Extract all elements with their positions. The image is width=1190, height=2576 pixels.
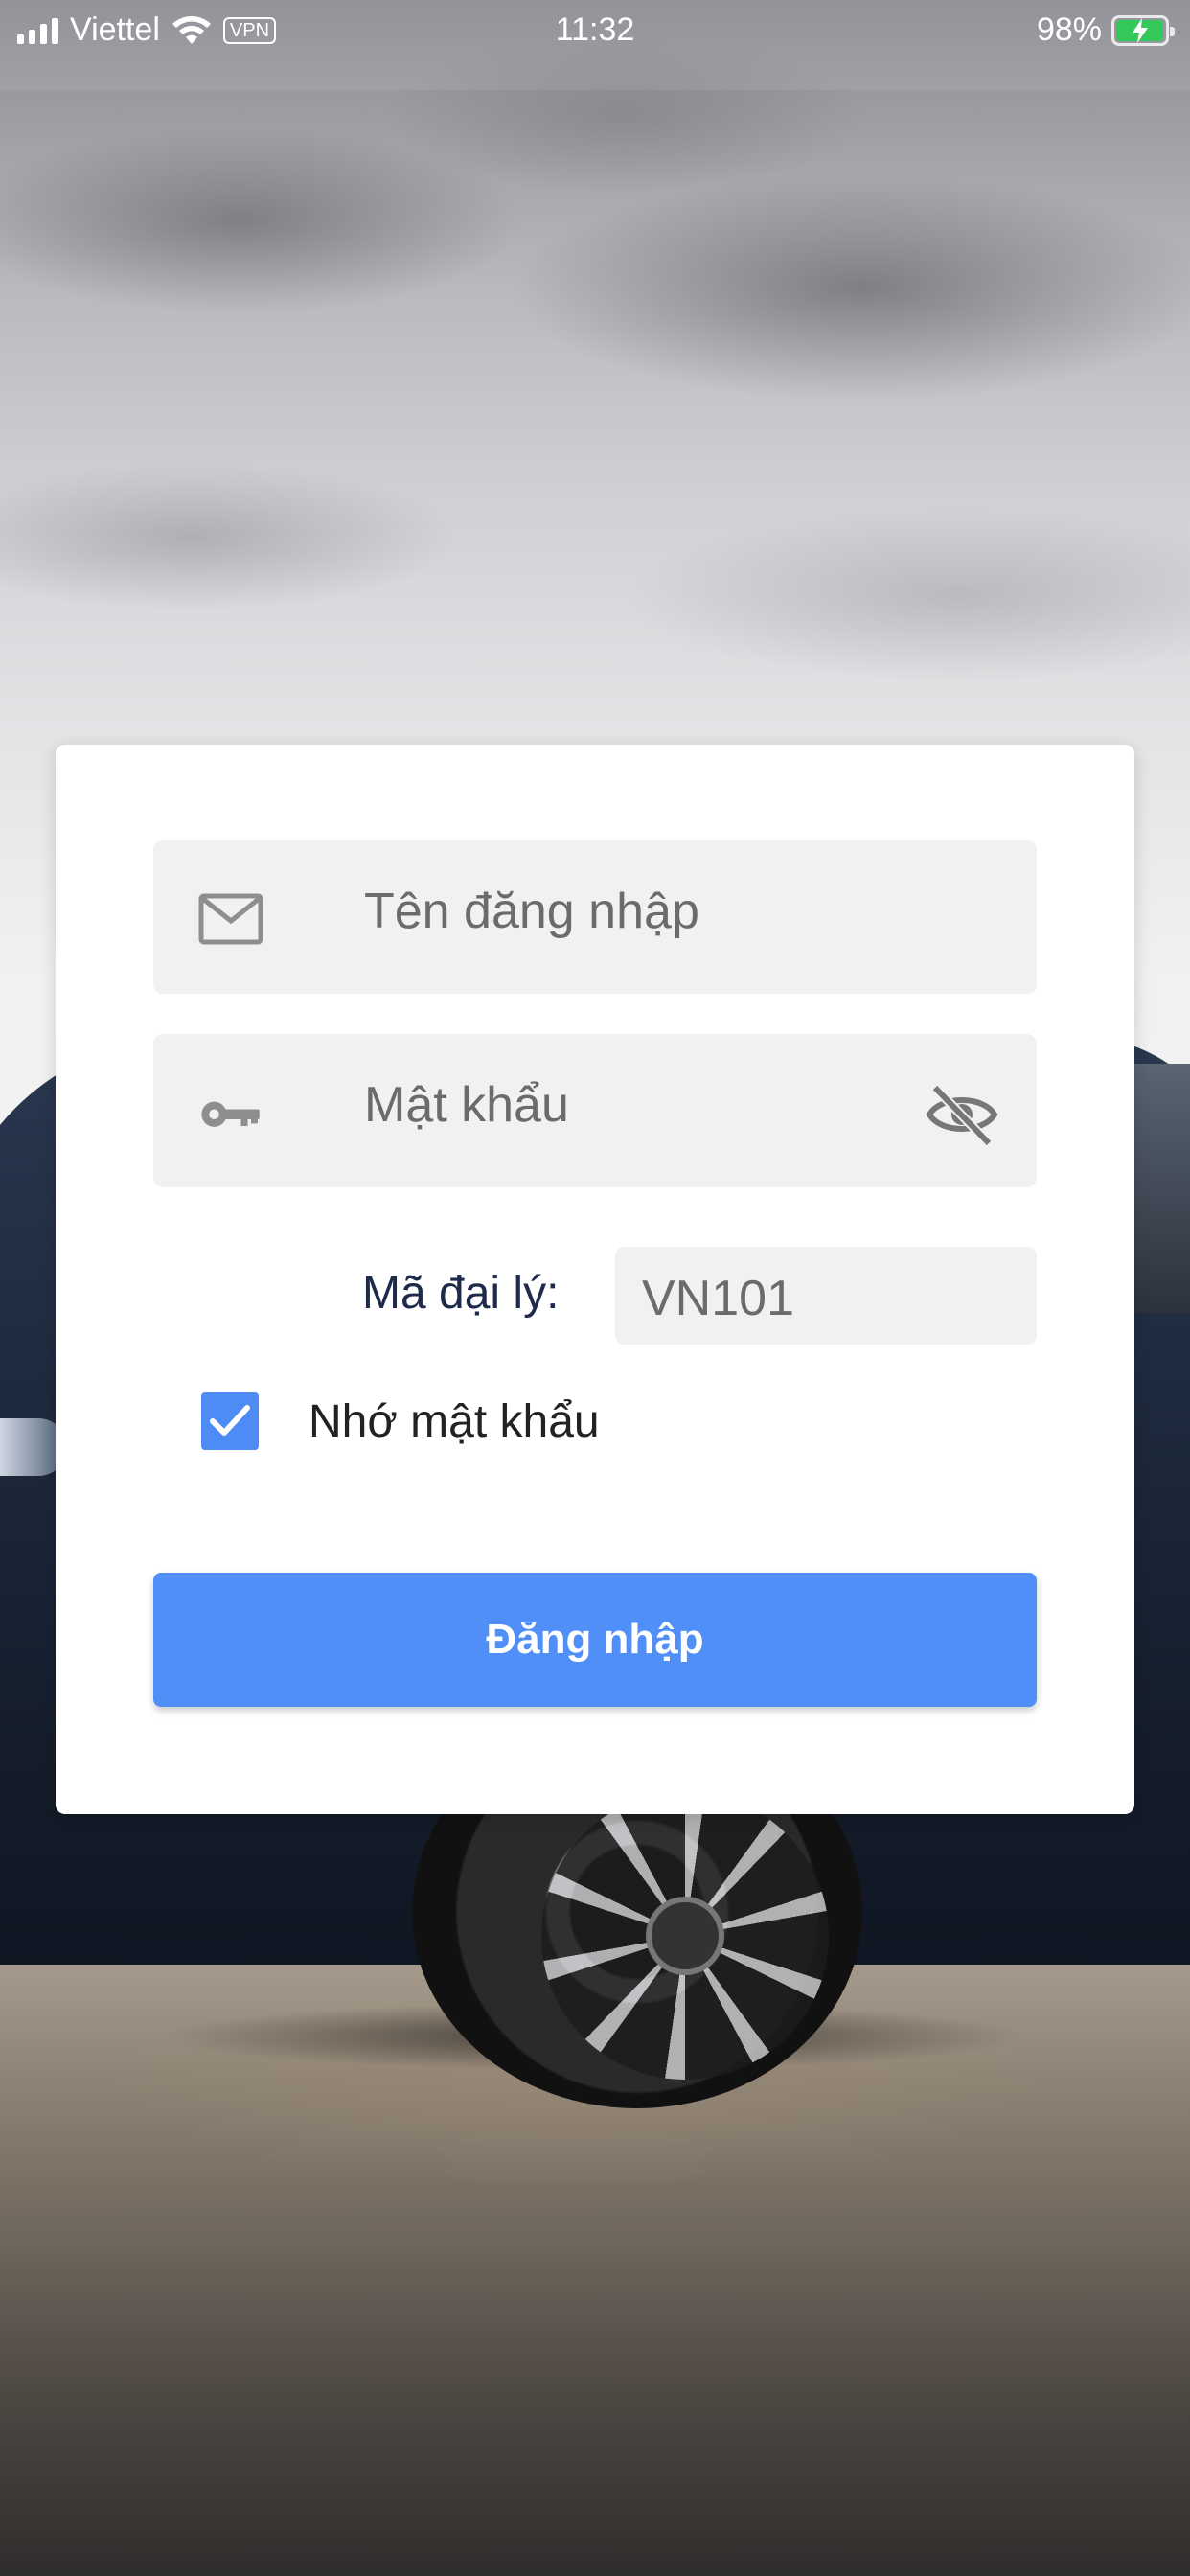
status-time: 11:32 xyxy=(555,12,635,48)
key-icon xyxy=(201,1101,260,1127)
checkmark-icon xyxy=(210,1405,250,1436)
remember-password-row[interactable]: Nhớ mật khẩu xyxy=(201,1392,600,1450)
password-field[interactable]: Mật khẩu xyxy=(153,1034,1037,1187)
mail-icon xyxy=(198,893,263,945)
agent-code-value: VN101 xyxy=(642,1271,794,1326)
remember-password-label: Nhớ mật khẩu xyxy=(309,1395,600,1447)
car-wheel-hub xyxy=(652,1902,719,1969)
status-bar: Viettel VPN 11:32 98% xyxy=(0,0,1190,90)
battery-percentage: 98% xyxy=(1036,12,1102,48)
battery-icon xyxy=(1111,14,1175,46)
charging-bolt-icon xyxy=(1133,17,1148,43)
eye-off-icon[interactable] xyxy=(924,1076,1000,1153)
username-placeholder: Tên đăng nhập xyxy=(364,884,699,939)
username-field[interactable]: Tên đăng nhập xyxy=(153,840,1037,994)
remember-password-checkbox[interactable] xyxy=(201,1392,259,1450)
agent-code-label: Mã đại lý: xyxy=(362,1268,560,1319)
password-placeholder: Mật khẩu xyxy=(364,1077,569,1133)
agent-code-field[interactable]: VN101 xyxy=(615,1247,1037,1345)
login-card: Tên đăng nhập Mật khẩu Mã đại lý: VN101 … xyxy=(56,745,1134,1814)
status-right: 98% xyxy=(1036,12,1175,49)
login-button[interactable]: Đăng nhập xyxy=(153,1573,1037,1707)
